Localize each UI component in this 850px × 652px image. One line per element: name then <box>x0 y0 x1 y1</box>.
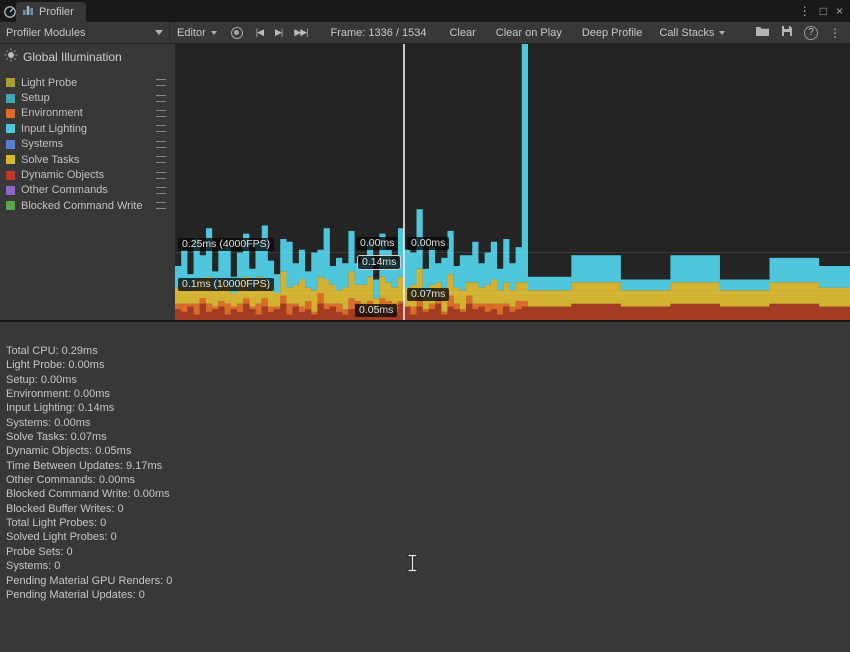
text-cursor <box>406 554 419 572</box>
call-stacks-label: Call Stacks <box>659 27 714 39</box>
window-tab-strip: Profiler ⋮ □ × <box>0 0 850 22</box>
legend-color-swatch <box>6 109 15 118</box>
legend-item-label: Systems <box>21 138 63 150</box>
tab-profiler[interactable]: Profiler <box>16 2 86 22</box>
legend-item-input-lighting[interactable]: Input Lighting <box>0 121 175 136</box>
help-icon[interactable]: ? <box>804 26 818 40</box>
legend-color-swatch <box>6 186 15 195</box>
chevron-down-icon <box>211 31 217 35</box>
legend-item-light-probe[interactable]: Light Probe <box>0 75 175 90</box>
legend-color-swatch <box>6 171 15 180</box>
chart-series-input-lighting <box>175 44 850 298</box>
profiler-modules-label: Profiler Modules <box>6 27 85 39</box>
current-frame-button[interactable]: ▶▶| <box>288 22 313 43</box>
legend-item-solve-tasks[interactable]: Solve Tasks <box>0 152 175 167</box>
legend-color-swatch <box>6 78 15 87</box>
profiler-toolbar: Profiler Modules Editor |◀ ▶| ▶▶| Frame:… <box>0 22 850 44</box>
details-line: Blocked Buffer Writes: 0 <box>6 502 850 516</box>
legend-color-swatch <box>6 94 15 103</box>
tab-title: Profiler <box>39 6 74 18</box>
details-line: Time Between Updates: 9.17ms <box>6 459 850 473</box>
next-frame-icon: ▶| <box>275 27 282 38</box>
chevron-down-icon <box>155 30 163 35</box>
details-line: Setup: 0.00ms <box>6 373 850 387</box>
profiler-modules-dropdown[interactable]: Profiler Modules <box>0 22 170 43</box>
details-line: Solved Light Probes: 0 <box>6 530 850 544</box>
legend-item-label: Environment <box>21 107 83 119</box>
module-header: Global Illumination <box>0 44 175 65</box>
legend-item-label: Other Commands <box>21 184 108 196</box>
legend-item-dynamic-objects[interactable]: Dynamic Objects <box>0 167 175 182</box>
module-legend: Light Probe Setup Environment Input Lightin… <box>0 75 175 214</box>
record-icon <box>231 27 243 39</box>
details-line: Systems: 0 <box>6 559 850 573</box>
window-controls: ⋮ □ × <box>799 5 850 17</box>
toolbar-right-icons: ? ⋮ <box>755 22 850 43</box>
legend-item-environment[interactable]: Environment <box>0 106 175 121</box>
legend-item-label: Setup <box>21 92 50 104</box>
legend-item-systems[interactable]: Systems <box>0 137 175 152</box>
frame-counter: Frame: 1336 / 1534 <box>323 22 433 43</box>
legend-item-label: Solve Tasks <box>21 154 80 166</box>
previous-frame-button[interactable]: |◀ <box>250 22 269 43</box>
details-line: Blocked Command Write: 0.00ms <box>6 487 850 501</box>
legend-drag-handle-icon[interactable] <box>156 141 166 148</box>
clear-on-play-button[interactable]: Clear on Play <box>486 22 572 43</box>
legend-item-label: Input Lighting <box>21 123 87 135</box>
save-profile-icon[interactable] <box>781 25 793 40</box>
details-line: Solve Tasks: 0.07ms <box>6 430 850 444</box>
legend-drag-handle-icon[interactable] <box>156 125 166 132</box>
details-line: Input Lighting: 0.14ms <box>6 401 850 415</box>
load-profile-icon[interactable] <box>755 25 770 40</box>
legend-color-swatch <box>6 155 15 164</box>
details-line: Dynamic Objects: 0.05ms <box>6 444 850 458</box>
legend-color-swatch <box>6 140 15 149</box>
profiler-window-icon <box>3 4 17 18</box>
module-title: Global Illumination <box>23 50 122 64</box>
profiler-tab-icon <box>22 3 34 21</box>
details-line: Systems: 0.00ms <box>6 416 850 430</box>
next-frame-button[interactable]: ▶| <box>269 22 288 43</box>
window-maximize-icon[interactable]: □ <box>820 5 827 17</box>
details-line: Pending Material GPU Renders: 0 <box>6 574 850 588</box>
record-button[interactable] <box>224 22 250 43</box>
details-line: Probe Sets: 0 <box>6 545 850 559</box>
legend-item-label: Blocked Command Write <box>21 200 142 212</box>
legend-drag-handle-icon[interactable] <box>156 202 166 209</box>
details-line: Environment: 0.00ms <box>6 387 850 401</box>
legend-drag-handle-icon[interactable] <box>156 79 166 86</box>
last-frame-icon: ▶▶| <box>294 27 307 38</box>
legend-item-label: Dynamic Objects <box>21 169 104 181</box>
overflow-menu-icon[interactable]: ⋮ <box>829 26 841 40</box>
chart-area[interactable]: 0.25ms (4000FPS)0.1ms (10000FPS)0.00ms0.… <box>175 44 850 320</box>
details-line: Total CPU: 0.29ms <box>6 344 850 358</box>
legend-drag-handle-icon[interactable] <box>156 95 166 102</box>
deep-profile-button[interactable]: Deep Profile <box>572 22 653 43</box>
legend-drag-handle-icon[interactable] <box>156 187 166 194</box>
legend-item-other-commands[interactable]: Other Commands <box>0 183 175 198</box>
chevron-down-icon <box>719 31 725 35</box>
details-line: Pending Material Updates: 0 <box>6 588 850 602</box>
editor-target-label: Editor <box>177 27 206 39</box>
window-menu-icon[interactable]: ⋮ <box>799 5 811 17</box>
previous-frame-icon: |◀ <box>256 27 263 38</box>
editor-target-dropdown[interactable]: Editor <box>170 22 224 43</box>
details-panel: Total CPU: 0.29msLight Probe: 0.00msSetu… <box>0 320 850 650</box>
clear-button[interactable]: Clear <box>439 22 485 43</box>
window-close-icon[interactable]: × <box>836 5 843 17</box>
call-stacks-dropdown[interactable]: Call Stacks <box>652 22 732 43</box>
legend-drag-handle-icon[interactable] <box>156 110 166 117</box>
legend-item-blocked-command-write[interactable]: Blocked Command Write <box>0 198 175 213</box>
legend-drag-handle-icon[interactable] <box>156 156 166 163</box>
legend-item-label: Light Probe <box>21 77 77 89</box>
legend-item-setup[interactable]: Setup <box>0 90 175 105</box>
module-sidebar: Global Illumination Light Probe Setup Envi… <box>0 44 175 320</box>
details-line: Light Probe: 0.00ms <box>6 358 850 372</box>
legend-color-swatch <box>6 201 15 210</box>
global-illumination-icon <box>4 48 18 65</box>
legend-drag-handle-icon[interactable] <box>156 172 166 179</box>
legend-color-swatch <box>6 124 15 133</box>
details-line: Other Commands: 0.00ms <box>6 473 850 487</box>
details-line: Total Light Probes: 0 <box>6 516 850 530</box>
